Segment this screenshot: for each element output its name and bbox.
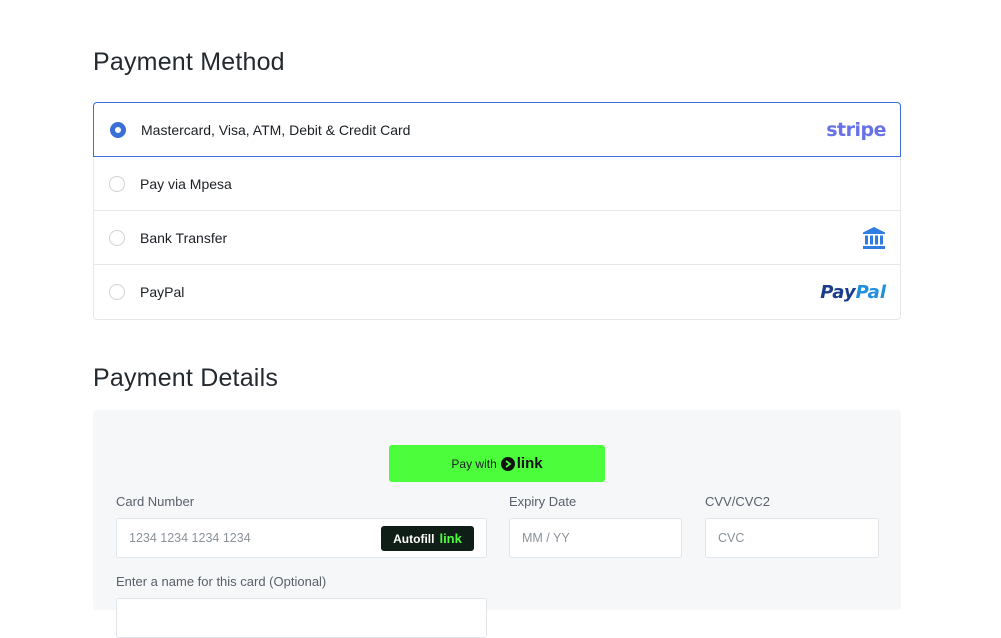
payment-option-label: Pay via Mpesa xyxy=(140,175,232,192)
bank-icon xyxy=(862,226,886,250)
payment-option-card[interactable]: Mastercard, Visa, ATM, Debit & Credit Ca… xyxy=(93,102,901,157)
paypal-logo: Pay Pal xyxy=(820,281,886,303)
payment-method-list: Mastercard, Visa, ATM, Debit & Credit Ca… xyxy=(93,102,901,320)
radio-selected[interactable] xyxy=(110,121,126,138)
payment-method-title: Payment Method xyxy=(93,48,285,76)
radio-unselected[interactable] xyxy=(109,284,125,300)
payment-option-label: PayPal xyxy=(140,284,185,300)
payment-option-bank-transfer[interactable]: Bank Transfer xyxy=(94,211,900,265)
autofill-link-button[interactable]: Autofill link xyxy=(381,526,474,551)
cvc-label: CVV/CVC2 xyxy=(705,494,771,509)
card-name-label: Enter a name for this card (Optional) xyxy=(116,574,327,589)
card-number-label: Card Number xyxy=(116,494,195,509)
radio-unselected[interactable] xyxy=(109,229,125,246)
payment-option-label: Mastercard, Visa, ATM, Debit & Credit Ca… xyxy=(141,121,411,138)
payment-option-paypal[interactable]: PayPal Pay Pal xyxy=(94,265,900,319)
cvc-input[interactable]: CVC xyxy=(705,518,879,558)
payment-details-title: Payment Details xyxy=(93,364,279,392)
pay-with-link-button[interactable]: Pay with link xyxy=(389,445,605,482)
radio-unselected[interactable] xyxy=(109,175,125,192)
card-number-input[interactable]: 1234 1234 1234 1234 Autofill link xyxy=(116,518,487,558)
expiry-date-label: Expiry Date xyxy=(509,494,577,509)
card-name-input[interactable] xyxy=(116,598,487,638)
payment-option-label: Bank Transfer xyxy=(140,229,228,246)
stripe-logo: stripe xyxy=(826,118,886,141)
payment-details-panel: Pay with link Card Number 1234 1234 1234… xyxy=(93,410,901,638)
payment-option-mpesa[interactable]: Pay via Mpesa xyxy=(94,157,900,211)
link-arrow-icon xyxy=(500,456,515,471)
expiry-date-input[interactable]: MM / YY xyxy=(509,518,682,558)
link-brand: link xyxy=(516,455,543,472)
